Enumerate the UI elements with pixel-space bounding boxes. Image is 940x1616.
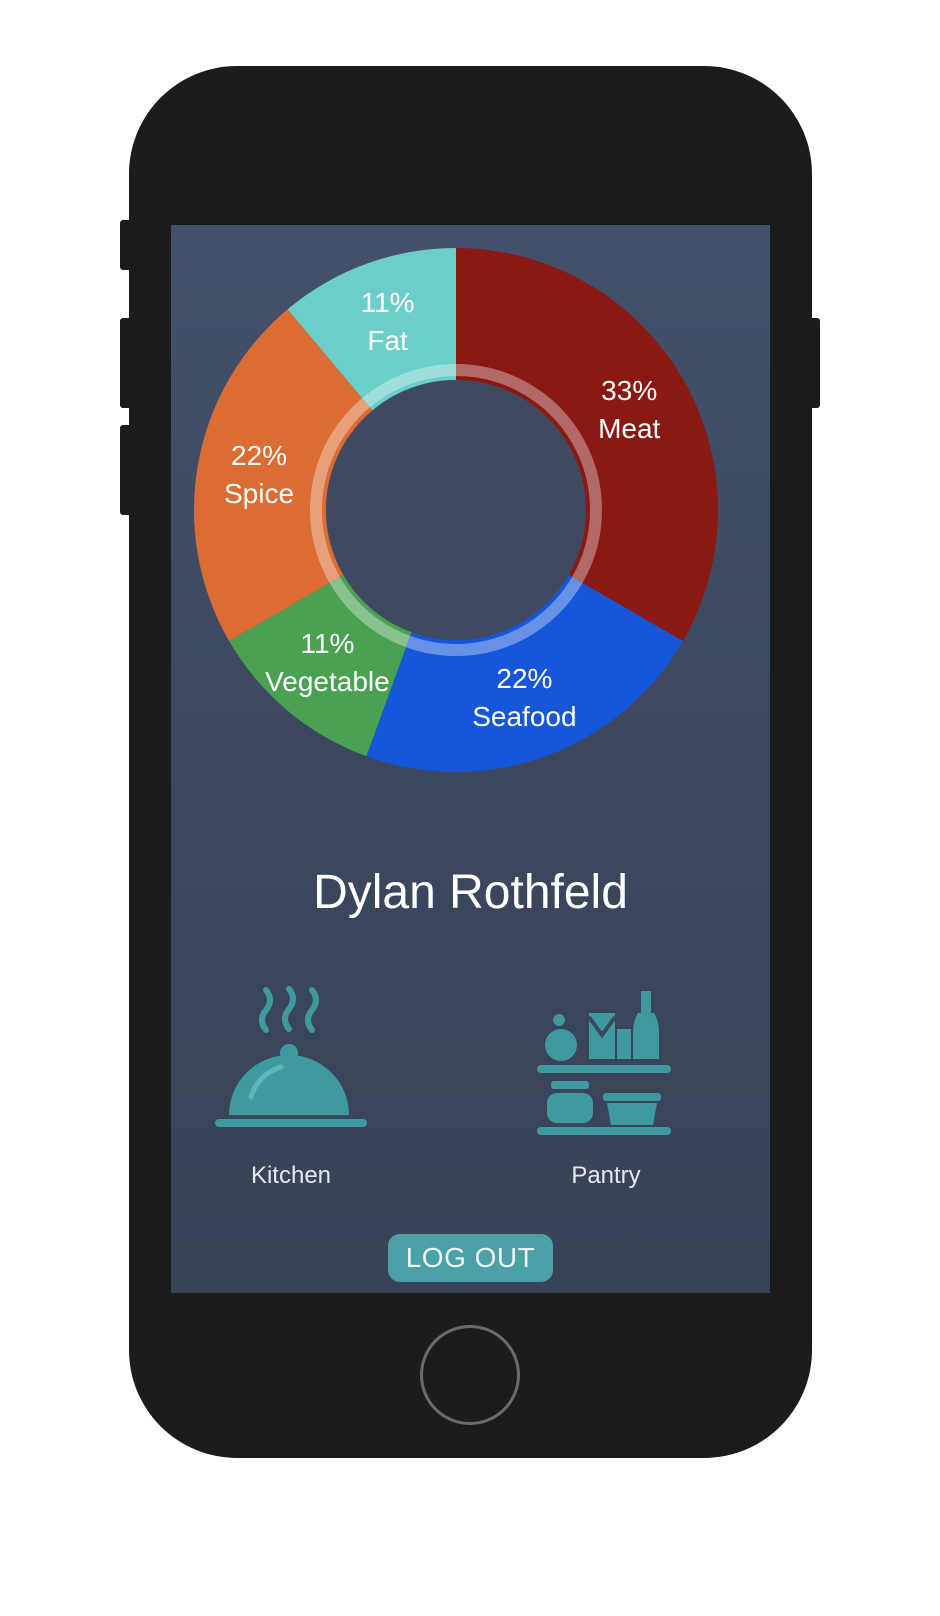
slice-category: Seafood <box>472 700 577 732</box>
user-name: Dylan Rothfeld <box>313 866 628 919</box>
cloche-icon <box>215 986 367 1127</box>
donut-hole <box>326 380 586 640</box>
slice-category: Meat <box>598 413 661 444</box>
kitchen-nav-button[interactable]: Kitchen <box>211 985 371 1190</box>
slice-label-meat: 33% Meat <box>598 372 660 448</box>
pantry-shelf-icon <box>537 991 671 1135</box>
slice-category: Vegetable <box>265 666 390 698</box>
slice-category: Fat <box>367 325 408 357</box>
logout-button[interactable]: LOG OUT <box>388 1234 553 1282</box>
slice-label-fat: 11% Fat <box>361 284 415 360</box>
slice-percent: 11% <box>360 287 415 319</box>
slice-percent: 33% <box>601 375 658 406</box>
kitchen-label: Kitchen <box>250 1162 332 1189</box>
app-screen: 33% Meat 22% Seafood 11% Vegetable 22% Spice 11%… <box>171 225 770 1293</box>
slice-percent: 11% <box>300 628 355 660</box>
slice-percent: 22% <box>496 662 553 694</box>
slice-label-spice: 22% Spice <box>224 437 294 513</box>
pantry-label: Pantry <box>571 1162 641 1189</box>
home-button[interactable] <box>420 1325 520 1425</box>
slice-percent: 22% <box>231 440 288 472</box>
slice-category: Spice <box>224 478 295 510</box>
pantry-nav-button[interactable]: Pantry <box>531 985 681 1190</box>
food-donut-chart <box>193 248 718 772</box>
slice-label-vegetable: 11% Vegetable <box>265 625 390 701</box>
slice-label-seafood: 22% Seafood <box>472 660 576 736</box>
